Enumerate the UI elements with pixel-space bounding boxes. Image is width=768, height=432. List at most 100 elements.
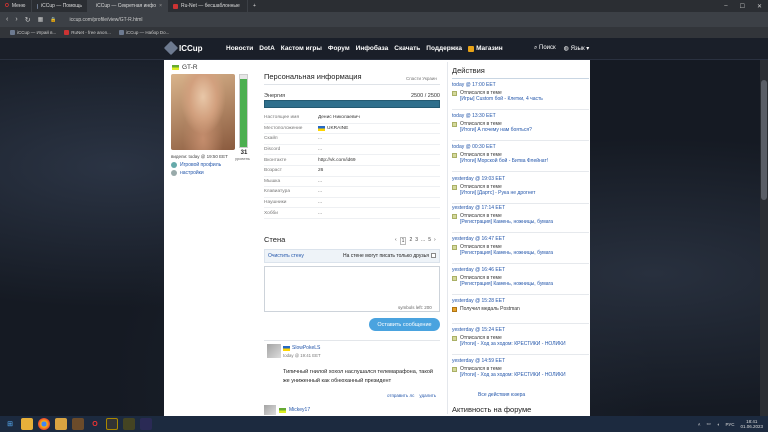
tray-arrow-icon[interactable]: ˄ (698, 422, 701, 427)
bookmark-item[interactable]: iCCup — Набор Do... (118, 30, 169, 35)
info-key: Возраст (264, 168, 282, 174)
scrollbar-thumb[interactable] (761, 80, 767, 200)
tab-label: iCCup — Помощь (41, 3, 82, 9)
post-message-button[interactable]: Оставить сообщение (369, 318, 440, 331)
search-button[interactable]: ⌕ Поиск (534, 45, 556, 52)
bookmark-label: RuNet - free anon... (71, 30, 111, 35)
author-name[interactable]: Mickey17 (289, 407, 310, 413)
divider (452, 263, 589, 264)
menu-label: Меню (11, 3, 26, 9)
browser-menu-button[interactable]: O Меню (0, 0, 32, 12)
folder-icon[interactable] (55, 418, 67, 430)
delete-link[interactable]: удалить (419, 393, 436, 398)
shop-icon (468, 45, 475, 52)
nav-shop[interactable]: Магазин (468, 45, 503, 52)
opera-icon[interactable]: O (89, 418, 101, 430)
post-icon (452, 276, 457, 281)
file-explorer-icon[interactable] (21, 418, 33, 430)
comment-avatar[interactable] (267, 344, 281, 360)
nav-infobase[interactable]: Инфобаза (356, 45, 389, 52)
pager-page[interactable]: 1 (399, 237, 407, 245)
app-icon[interactable] (123, 418, 135, 430)
clock-date: 01.06.2023 (740, 424, 763, 429)
link-label: Игровой профиль (180, 162, 222, 168)
nav-download[interactable]: Скачать (394, 45, 420, 52)
minimize-icon[interactable]: – (724, 3, 727, 9)
nav-news[interactable]: Новости (226, 45, 253, 52)
reload-icon[interactable]: ↻ (25, 16, 31, 24)
volume-icon[interactable]: ◖ (717, 422, 720, 427)
app-icon[interactable] (106, 418, 118, 430)
friends-only-option[interactable]: На стене могут писать только друзья (343, 253, 436, 259)
friends-only-checkbox[interactable] (431, 253, 436, 259)
game-icon[interactable] (72, 418, 84, 430)
new-tab-button[interactable]: + (248, 0, 261, 12)
url-field[interactable]: iccup.com/profile/view/GT-R.html (69, 17, 142, 23)
network-icon[interactable]: ▭ (706, 421, 710, 427)
back-icon[interactable]: ‹ (6, 16, 8, 23)
send-pm-link[interactable]: отправить лс (387, 393, 414, 398)
game-profile-link[interactable]: Игровой профиль (171, 162, 221, 168)
avatar[interactable] (264, 405, 276, 415)
divider (452, 140, 589, 141)
action-link[interactable]: [Регистрация] Камень, ножницы, бумага (460, 250, 553, 256)
pager-page[interactable]: 5 (428, 237, 431, 245)
bookmark-item[interactable]: iCCup — Играй в... (10, 30, 56, 35)
action-body: Отписался в теме [Итоги] Морской бой - Би… (452, 152, 589, 164)
forum-activity-title: Активность на форуме (452, 405, 532, 414)
language-label: Язык ▾ (570, 46, 590, 52)
close-tab-icon[interactable]: × (159, 3, 162, 9)
tab-0[interactable]: iCCup — Помощь (32, 0, 88, 12)
start-icon[interactable]: ⊞ (4, 418, 16, 430)
post-icon (452, 367, 457, 372)
logo-text: ICCup (179, 43, 203, 53)
info-row: Скайп... (264, 134, 440, 145)
action-link[interactable]: [Итоги] [Дартс] - Рука не дрогнет (460, 190, 535, 196)
comment-author[interactable]: SlowPokeLS (283, 345, 320, 351)
app-icon[interactable] (140, 418, 152, 430)
all-actions-link[interactable]: Все действия юзера (478, 392, 525, 398)
action-link[interactable]: [Регистрация] Камень, ножницы, бумага (460, 281, 553, 287)
bookmark-item[interactable]: RuNet - free anon... (64, 30, 111, 35)
site-logo[interactable]: ICCup (163, 40, 203, 56)
action-body: Отписался в теме [Итоги] - Ход за ходом: … (452, 335, 589, 347)
info-value: UKRAINE (318, 125, 349, 131)
clock[interactable]: 18:41 01.06.2023 (740, 419, 763, 429)
maximize-icon[interactable]: ☐ (740, 3, 745, 10)
friends-only-label: На стене могут писать только друзья (343, 253, 429, 259)
symbols-left: symbols left: 200 (398, 305, 432, 310)
tab-1[interactable]: iCCup — Секретная инфо × (88, 0, 168, 12)
close-window-icon[interactable]: ✕ (757, 3, 762, 10)
action-text: Отписался в теме [Итоги] [Дартс] - Рука н… (460, 184, 535, 196)
action-link[interactable]: [Итоги] Морской бой - Битва Флейнат! (460, 158, 548, 164)
clear-wall-link[interactable]: Очистить стену (268, 253, 304, 259)
tab-2[interactable]: Ru-Net — бесшаблонные (168, 0, 248, 12)
divider (452, 203, 589, 204)
location-text: UKRAINE (327, 125, 349, 131)
ukraine-flag-icon (318, 125, 325, 131)
action-link[interactable]: [Итоги] А почему нам бояться? (460, 127, 532, 133)
action-link[interactable]: [Итоги] - Ход за ходом: КРЕСТИКИ - НОЛИК… (460, 372, 566, 378)
search-label: Поиск (539, 45, 556, 51)
language-indicator[interactable]: РУС (725, 422, 734, 427)
forward-icon[interactable]: › (15, 16, 17, 23)
pager-next[interactable]: › (434, 237, 436, 245)
header-tools: ⌕ Поиск ◍ Язык ▾ (534, 45, 589, 52)
language-button[interactable]: ◍ Язык ▾ (564, 45, 590, 52)
settings-link[interactable]: настройки (171, 170, 204, 176)
action-link[interactable]: [Регистрация] Камень, ножницы, бумага (460, 219, 553, 225)
vk-link[interactable]: http://vk.com/id69 (318, 158, 356, 163)
grid-icon[interactable]: ▦ (38, 16, 44, 23)
action-link[interactable]: [Игры] Custom бой - Клетки, 4 часть (460, 96, 543, 102)
nav-dota[interactable]: DotA (259, 45, 275, 52)
pager-page[interactable]: 2 (409, 237, 412, 245)
divider (452, 109, 589, 110)
action-link[interactable]: [Итоги] - Ход за ходом: КРЕСТИКИ - НОЛИК… (460, 341, 566, 347)
pager-page[interactable]: 3 (415, 237, 418, 245)
info-key: Настоящее имя (264, 115, 300, 121)
nav-forum[interactable]: Форум (328, 45, 350, 52)
pager-prev[interactable]: ‹ (395, 237, 397, 245)
chrome-icon[interactable] (38, 418, 50, 430)
nav-custom-games[interactable]: Кастом игры (281, 45, 322, 52)
nav-support[interactable]: Поддержка (426, 45, 462, 52)
